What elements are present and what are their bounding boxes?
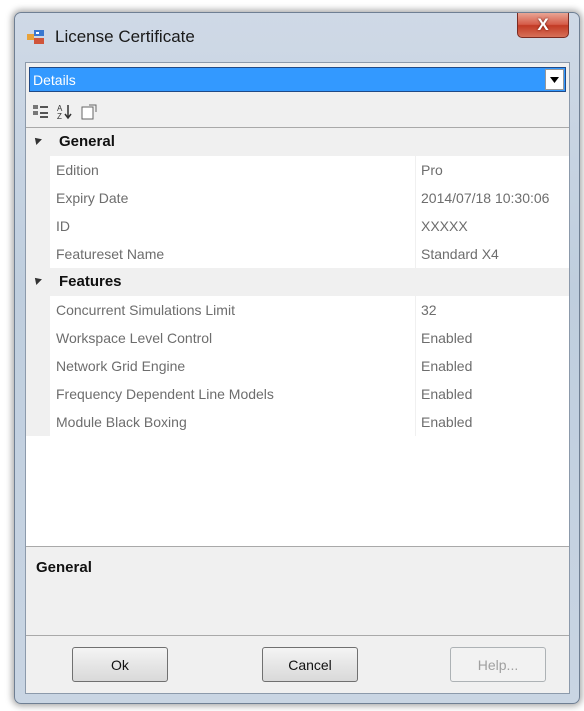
description-title: General <box>36 559 92 576</box>
alphabetical-sort-icon[interactable]: A Z <box>56 103 74 121</box>
property-row[interactable]: Network Grid Engine Enabled <box>26 352 569 380</box>
property-value: Enabled <box>421 358 473 374</box>
property-name: Concurrent Simulations Limit <box>56 302 235 318</box>
row-gutter <box>26 408 50 436</box>
property-value: Enabled <box>421 386 473 402</box>
object-selector-dropdown[interactable]: Details <box>29 67 566 92</box>
property-name: Expiry Date <box>56 190 129 206</box>
category-features[interactable]: Features <box>26 268 569 296</box>
row-gutter <box>26 324 50 352</box>
window-title: License Certificate <box>55 27 195 46</box>
property-value: XXXXX <box>421 218 468 234</box>
description-panel: General <box>26 549 569 636</box>
row-gutter <box>26 240 50 268</box>
property-row[interactable]: Frequency Dependent Line Models Enabled <box>26 380 569 408</box>
column-divider <box>415 324 416 352</box>
chevron-down-icon <box>550 76 559 83</box>
column-divider <box>415 296 416 324</box>
row-gutter <box>26 212 50 240</box>
license-certificate-window: License Certificate X Details A Z Genera… <box>14 12 580 704</box>
row-gutter <box>26 296 50 324</box>
title-bar[interactable]: License Certificate X <box>15 13 579 59</box>
property-row[interactable]: Expiry Date 2014/07/18 10:30:06 <box>26 184 569 212</box>
dialog-client-area: Details A Z General Edition Pro Expiry D… <box>25 62 570 694</box>
property-name: ID <box>56 218 70 234</box>
cancel-button[interactable]: Cancel <box>262 647 358 682</box>
column-divider <box>415 352 416 380</box>
property-row[interactable]: Module Black Boxing Enabled <box>26 408 569 436</box>
button-bar: Ok Cancel Help... <box>26 637 569 693</box>
property-name: Featureset Name <box>56 246 165 262</box>
ok-button[interactable]: Ok <box>72 647 168 682</box>
property-value: 2014/07/18 10:30:06 <box>421 190 550 206</box>
property-name: Edition <box>56 162 99 178</box>
help-button[interactable]: Help... <box>450 647 546 682</box>
property-pages-icon[interactable] <box>80 103 98 121</box>
property-row[interactable]: Featureset Name Standard X4 <box>26 240 569 268</box>
collapse-icon[interactable] <box>32 275 42 285</box>
property-grid-toolbar: A Z <box>30 99 150 123</box>
column-divider <box>415 408 416 436</box>
property-value: Enabled <box>421 414 473 430</box>
column-divider <box>415 184 416 212</box>
row-gutter <box>26 352 50 380</box>
property-grid: General Edition Pro Expiry Date 2014/07/… <box>26 127 569 547</box>
category-label: General <box>59 133 115 150</box>
property-row[interactable]: Workspace Level Control Enabled <box>26 324 569 352</box>
column-divider <box>415 380 416 408</box>
column-divider <box>415 240 416 268</box>
property-value: Pro <box>421 162 443 178</box>
dropdown-value: Details <box>33 72 76 88</box>
property-value: 32 <box>421 302 437 318</box>
column-divider <box>415 212 416 240</box>
row-gutter <box>26 184 50 212</box>
property-value: Standard X4 <box>421 246 499 262</box>
property-name: Workspace Level Control <box>56 330 213 346</box>
dropdown-arrow-button[interactable] <box>545 69 564 90</box>
property-row[interactable]: Edition Pro <box>26 156 569 184</box>
category-general[interactable]: General <box>26 128 569 156</box>
category-label: Features <box>59 273 122 290</box>
row-gutter <box>26 156 50 184</box>
categorized-icon[interactable] <box>32 103 50 121</box>
column-divider <box>415 156 416 184</box>
collapse-icon[interactable] <box>32 135 42 145</box>
close-icon: X <box>537 15 549 34</box>
property-row[interactable]: Concurrent Simulations Limit 32 <box>26 296 569 324</box>
property-name: Network Grid Engine <box>56 358 186 374</box>
property-row[interactable]: ID XXXXX <box>26 212 569 240</box>
app-icon <box>27 30 44 44</box>
property-name: Frequency Dependent Line Models <box>56 386 274 402</box>
close-button[interactable]: X <box>517 13 569 38</box>
property-value: Enabled <box>421 330 473 346</box>
row-gutter <box>26 380 50 408</box>
svg-text:Z: Z <box>57 112 62 121</box>
property-name: Module Black Boxing <box>56 414 187 430</box>
